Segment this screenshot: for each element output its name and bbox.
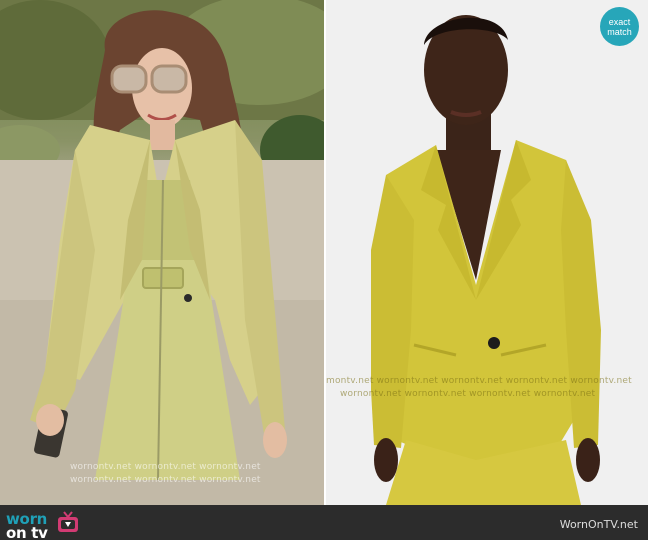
photo-model-in-yellow-suit: montv.net wornontv.net wornontv.net worn…	[326, 0, 648, 505]
site-credit: WornOnTV.net	[559, 518, 638, 531]
wornontv-logo[interactable]: worn on tv	[6, 512, 48, 540]
badge-line-1: exact	[608, 16, 631, 27]
footer-bar	[0, 505, 648, 540]
exact-match-badge: exact match	[600, 7, 639, 46]
photo-right-illustration	[326, 0, 648, 505]
tv-icon	[58, 511, 78, 532]
badge-line-2: match	[607, 26, 632, 37]
watermark-left-row-1: wornontv.net wornontv.net wornontv.net	[70, 462, 261, 472]
watermark-left-row-2: wornontv.net wornontv.net wornontv.net	[70, 475, 261, 485]
logo-line-2: on tv	[6, 524, 48, 540]
photo-left-illustration	[0, 0, 324, 505]
watermark-right-row-2: wornontv.net wornontv.net wornontv.net w…	[340, 389, 596, 399]
photo-emily-in-blazer: wornontv.net wornontv.net wornontv.net w…	[0, 0, 324, 505]
watermark-right-row-1: montv.net wornontv.net wornontv.net worn…	[326, 376, 632, 386]
collage: wornontv.net wornontv.net wornontv.net w…	[0, 0, 648, 505]
